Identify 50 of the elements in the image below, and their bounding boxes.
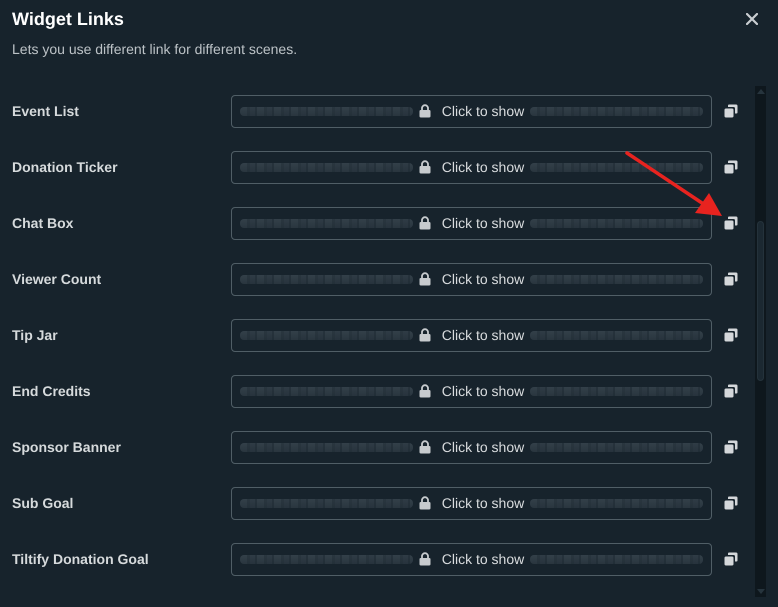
click-to-show-button[interactable]: Click to show — [418, 439, 524, 455]
copy-icon[interactable] — [724, 440, 738, 454]
url-field[interactable]: Click to show — [231, 206, 712, 240]
click-to-show-button[interactable]: Click to show — [418, 551, 524, 567]
copy-icon[interactable] — [724, 328, 738, 342]
widget-name: Chat Box — [12, 215, 74, 231]
lock-icon — [418, 160, 431, 174]
copy-icon[interactable] — [724, 552, 738, 566]
lock-icon — [418, 104, 431, 118]
copy-icon[interactable] — [724, 104, 738, 118]
lock-icon — [418, 328, 431, 342]
url-field[interactable]: Click to show — [231, 318, 712, 352]
copy-icon[interactable] — [724, 216, 738, 230]
copy-icon[interactable] — [724, 272, 738, 286]
widget-name: End Credits — [12, 383, 92, 399]
lock-icon — [418, 496, 431, 510]
click-to-show-button[interactable]: Click to show — [418, 159, 524, 175]
url-field[interactable]: Click to show — [231, 486, 712, 520]
copy-icon[interactable] — [724, 384, 738, 398]
widget-name: Tiltify Donation Goal — [12, 551, 150, 567]
widget-name: Sub Goal — [12, 495, 74, 511]
copy-icon[interactable] — [724, 496, 738, 510]
widget-name: Event List — [12, 103, 80, 119]
scrollbar-thumb[interactable] — [757, 221, 764, 381]
widget-name: Viewer Count — [12, 271, 102, 287]
click-to-show-button[interactable]: Click to show — [418, 383, 524, 399]
click-to-show-button[interactable]: Click to show — [418, 271, 524, 287]
scrollbar-track[interactable] — [755, 86, 766, 597]
click-to-show-button[interactable]: Click to show — [418, 327, 524, 343]
url-field[interactable]: Click to show — [231, 542, 712, 576]
lock-icon — [418, 272, 431, 286]
click-to-show-button[interactable]: Click to show — [418, 495, 524, 511]
widget-name: Sponsor Banner — [12, 439, 122, 455]
lock-icon — [418, 216, 431, 230]
close-icon[interactable] — [746, 13, 758, 25]
dialog-title: Widget Links — [12, 8, 124, 30]
lock-icon — [418, 552, 431, 566]
url-field[interactable]: Click to show — [231, 262, 712, 296]
url-field[interactable]: Click to show — [231, 374, 712, 408]
click-to-show-button[interactable]: Click to show — [418, 215, 524, 231]
widget-name: Tip Jar — [12, 327, 59, 343]
url-field[interactable]: Click to show — [231, 94, 712, 128]
url-field[interactable]: Click to show — [231, 150, 712, 184]
lock-icon — [418, 384, 431, 398]
widget-name: Donation Ticker — [12, 159, 119, 175]
dialog-description: Lets you use different link for different scenes. — [12, 40, 298, 58]
url-field[interactable]: Click to show — [231, 430, 712, 464]
click-to-show-button[interactable]: Click to show — [418, 103, 524, 119]
copy-icon[interactable] — [724, 160, 738, 174]
lock-icon — [418, 440, 431, 454]
